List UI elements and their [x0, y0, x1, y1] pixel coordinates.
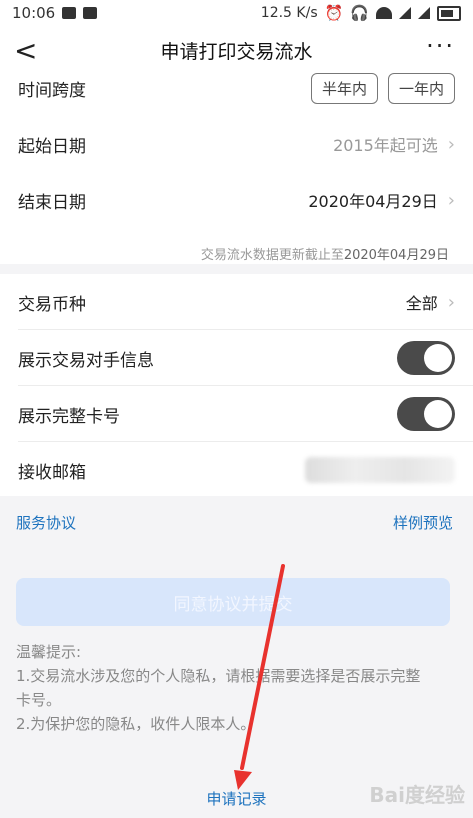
network-speed: 12.5 K/s	[260, 5, 318, 21]
alarm-icon: ⏰	[324, 4, 344, 22]
end-date-row[interactable]: 结束日期 2020年04月29日 ›	[0, 172, 473, 228]
data-update-prefix: 交易流水数据更新截止至	[200, 248, 344, 263]
tips-section: 温馨提示: 1.交易流水涉及您的个人隐私，请根据需要选择是否展示完整 卡号。 2…	[16, 640, 456, 736]
status-left: 10:06	[12, 4, 98, 22]
options-card: 交易币种 全部 › 展示交易对手信息 展示完整卡号 接收邮箱	[0, 274, 473, 496]
tips-title: 温馨提示:	[16, 643, 82, 661]
battery-icon	[437, 5, 461, 21]
full-card-toggle[interactable]	[397, 397, 455, 431]
submit-button[interactable]: 同意协议并提交	[16, 578, 450, 626]
wifi-icon	[376, 7, 392, 19]
sample-preview-link[interactable]: 样例预览	[393, 512, 453, 533]
tips-line-1b: 卡号。	[16, 691, 62, 709]
chevron-right-icon: ›	[447, 291, 455, 313]
start-date-label: 起始日期	[18, 136, 86, 157]
chevron-right-icon: ›	[447, 133, 455, 155]
start-date-row[interactable]: 起始日期 2015年起可选 ›	[0, 116, 473, 172]
end-date-value-wrap: 2020年04月29日 ›	[308, 188, 455, 212]
time-span-row: 时间跨度 半年内 一年内	[0, 60, 473, 116]
data-update-note: 交易流水数据更新截止至2020年04月29日	[201, 244, 449, 263]
start-date-value-wrap: 2015年起可选 ›	[333, 132, 455, 156]
full-card-row: 展示完整卡号	[0, 386, 473, 442]
currency-value: 全部	[405, 294, 438, 313]
signal-2-icon	[418, 7, 430, 19]
agreement-links: 服务协议 样例预览	[16, 512, 453, 533]
counterparty-toggle[interactable]	[397, 341, 455, 375]
headset-icon: 🎧	[350, 4, 369, 22]
counterparty-label: 展示交易对手信息	[18, 350, 154, 371]
time-span-label: 时间跨度	[18, 80, 86, 101]
toggle-knob	[424, 400, 452, 428]
status-bar: 10:06 12.5 K/s ⏰ 🎧	[0, 0, 473, 26]
tips-line-2: 2.为保护您的隐私，收件人限本人。	[16, 715, 256, 733]
chevron-right-icon: ›	[447, 189, 455, 211]
one-year-button[interactable]: 一年内	[387, 72, 455, 104]
full-card-label: 展示完整卡号	[18, 406, 120, 427]
end-date-value: 2020年04月29日	[308, 192, 438, 211]
time-span-options: 半年内 一年内	[310, 72, 455, 104]
watermark-logo: Bai度经验	[369, 783, 465, 807]
end-date-label: 结束日期	[18, 192, 86, 213]
start-date-value: 2015年起可选	[333, 136, 438, 155]
currency-value-wrap: 全部 ›	[406, 290, 455, 314]
data-update-date: 2020年04月29日	[343, 248, 449, 263]
email-row: 接收邮箱	[0, 442, 473, 498]
status-time: 10:06	[12, 4, 56, 22]
more-icon[interactable]: ···	[426, 32, 455, 60]
email-label: 接收邮箱	[18, 462, 86, 483]
signal-icon	[399, 7, 411, 19]
currency-row[interactable]: 交易币种 全部 ›	[0, 274, 473, 330]
notification-icon	[83, 7, 98, 19]
arrow-head	[234, 770, 252, 790]
service-agreement-link[interactable]: 服务协议	[16, 512, 76, 533]
image-icon	[62, 7, 77, 19]
toggle-knob	[424, 344, 452, 372]
date-settings-card: 时间跨度 半年内 一年内 起始日期 2015年起可选 › 结束日期 2020年0…	[0, 72, 473, 264]
tips-line-1: 1.交易流水涉及您的个人隐私，请根据需要选择是否展示完整	[16, 667, 421, 685]
email-field[interactable]	[305, 457, 455, 483]
currency-label: 交易币种	[18, 294, 86, 315]
counterparty-row: 展示交易对手信息	[0, 330, 473, 386]
status-right: 12.5 K/s ⏰ 🎧	[261, 4, 461, 22]
half-year-button[interactable]: 半年内	[310, 72, 378, 104]
